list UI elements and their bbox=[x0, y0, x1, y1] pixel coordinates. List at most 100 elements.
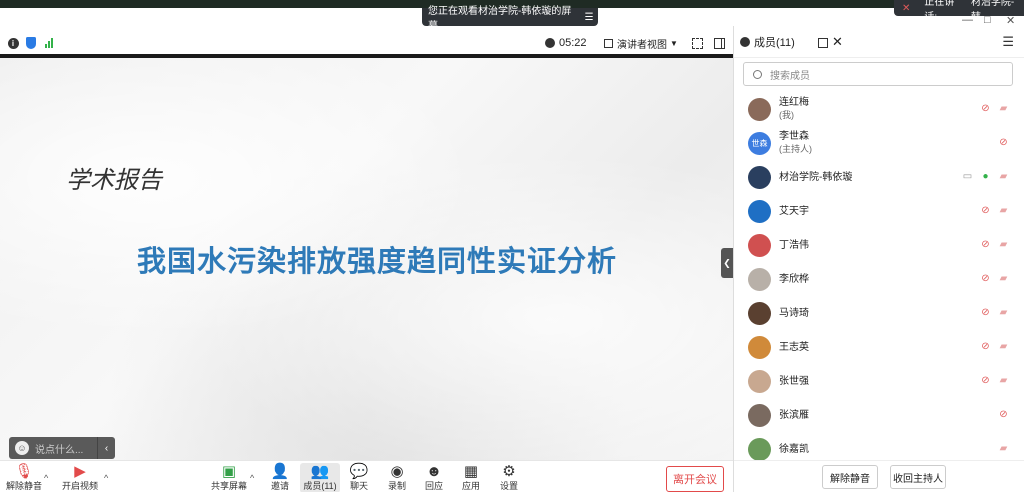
video-off-icon[interactable]: ▰ bbox=[998, 205, 1009, 217]
fullscreen-icon[interactable] bbox=[692, 37, 703, 49]
speaking-name: 材治学院-韩 bbox=[970, 0, 1015, 23]
participant-role: (我) bbox=[779, 110, 794, 120]
network-signal-icon[interactable] bbox=[43, 37, 55, 49]
invite-icon: 👤 bbox=[270, 463, 290, 480]
mic-muted-icon: ✕ bbox=[902, 2, 911, 14]
bottom-toolbar: 🎙 解除静音 ^ ▶ 开启视频 ^ ▣ 共享屏幕 ^ 👤 邀请 👥 成员(11)… bbox=[0, 460, 733, 492]
avatar bbox=[748, 437, 771, 461]
close-icon[interactable]: ✕ bbox=[832, 34, 843, 50]
share-screen-label: 共享屏幕 bbox=[210, 481, 247, 491]
mic-off-icon[interactable]: ⊘ bbox=[980, 307, 991, 319]
participant-row[interactable]: 马诗琦 ⊘ ▰ bbox=[734, 296, 1024, 330]
unmute-button[interactable]: 🎙 解除静音 bbox=[4, 463, 44, 492]
collapse-panel-button[interactable]: ❮ bbox=[721, 248, 733, 278]
apps-icon: ▦ bbox=[463, 463, 479, 480]
presenter-view-dropdown[interactable]: 演讲者视图 ▼ bbox=[604, 36, 678, 51]
mic-off-icon[interactable]: ⊘ bbox=[980, 205, 991, 217]
participant-row[interactable]: 材治学院-韩依璇 ▭ ● ▰ bbox=[734, 160, 1024, 194]
viewing-banner[interactable]: 您正在观看材治学院-韩依璇的屏幕 ☰ bbox=[422, 6, 598, 32]
chat-icon: 💬 bbox=[349, 463, 369, 480]
mic-off-icon[interactable]: ⊘ bbox=[998, 137, 1009, 149]
chat-label: 聊天 bbox=[349, 481, 368, 491]
video-off-icon[interactable]: ▰ bbox=[998, 103, 1009, 115]
clock-icon bbox=[545, 38, 555, 48]
apps-label: 应用 bbox=[461, 481, 480, 491]
video-off-icon[interactable]: ▰ bbox=[998, 307, 1009, 319]
video-off-icon: ▶ bbox=[74, 463, 86, 480]
maximize-icon[interactable]: □ bbox=[984, 14, 991, 26]
speaking-label: 正在讲话: bbox=[924, 0, 955, 23]
video-off-icon[interactable]: ▰ bbox=[998, 273, 1009, 285]
sidebar-toggle-icon[interactable] bbox=[714, 37, 725, 49]
chevron-down-icon: ▼ bbox=[670, 38, 678, 48]
invite-button[interactable]: 👤 邀请 bbox=[260, 463, 300, 492]
quick-chat-input[interactable]: ☺ 说点什么... ‹ bbox=[9, 437, 115, 459]
participant-name: 丁浩伟 bbox=[779, 239, 809, 251]
chevron-left-icon[interactable]: ‹ bbox=[97, 437, 115, 459]
slide-subtitle: 学术报告 bbox=[66, 166, 162, 194]
record-label: 录制 bbox=[387, 481, 406, 491]
members-button[interactable]: 👥 成员(11) bbox=[300, 463, 340, 492]
menu-icon[interactable]: ☰ bbox=[580, 12, 598, 23]
emoji-icon[interactable]: ☺ bbox=[15, 441, 29, 455]
mic-off-icon[interactable]: ⊘ bbox=[980, 273, 991, 285]
settings-button[interactable]: ⚙ 设置 bbox=[489, 463, 529, 492]
avatar bbox=[748, 335, 771, 359]
panel-title: 成员(11) bbox=[754, 36, 795, 49]
mic-off-icon[interactable]: ⊘ bbox=[998, 409, 1009, 421]
participant-row[interactable]: 张世强 ⊘ ▰ bbox=[734, 364, 1024, 398]
video-off-icon[interactable]: ▰ bbox=[998, 239, 1009, 251]
participant-role: (主持人) bbox=[779, 144, 812, 154]
share-screen-button[interactable]: ▣ 共享屏幕 bbox=[209, 463, 249, 492]
mic-off-icon[interactable]: ⊘ bbox=[980, 341, 991, 353]
start-video-label: 开启视频 bbox=[61, 481, 98, 491]
participant-row[interactable]: 张滨雁 ⊘ bbox=[734, 398, 1024, 432]
chat-button[interactable]: 💬 聊天 bbox=[339, 463, 379, 492]
mic-off-icon[interactable]: ⊘ bbox=[980, 375, 991, 387]
members-icon bbox=[740, 36, 750, 47]
avatar bbox=[748, 233, 771, 257]
participant-row[interactable]: 世森 李世森 (主持人) ⊘ bbox=[734, 126, 1024, 160]
mute-all-button[interactable]: 解除静音 bbox=[822, 465, 878, 489]
presenter-view-label: 演讲者视图 bbox=[617, 39, 667, 51]
video-off-icon[interactable]: ▰ bbox=[998, 443, 1009, 455]
participant-row[interactable]: 丁浩伟 ⊘ ▰ bbox=[734, 228, 1024, 262]
members-icon: 👥 bbox=[310, 463, 330, 480]
leave-meeting-button[interactable]: 离开会议 bbox=[666, 466, 724, 492]
react-button[interactable]: ☻ 回应 bbox=[414, 463, 454, 492]
participant-row[interactable]: 艾天宇 ⊘ ▰ bbox=[734, 194, 1024, 228]
video-off-icon[interactable]: ▰ bbox=[998, 341, 1009, 353]
reclaim-host-button[interactable]: 收回主持人 bbox=[890, 465, 946, 489]
participant-row[interactable]: 李欣桦 ⊘ ▰ bbox=[734, 262, 1024, 296]
search-members-input[interactable]: 搜索成员 bbox=[743, 62, 1013, 86]
avatar bbox=[748, 369, 771, 393]
record-button[interactable]: ◉ 录制 bbox=[377, 463, 417, 492]
avatar bbox=[748, 199, 771, 223]
chevron-up-icon[interactable]: ^ bbox=[250, 473, 254, 483]
avatar bbox=[748, 301, 771, 325]
participant-row[interactable]: 连红梅 (我) ⊘ ▰ bbox=[734, 92, 1024, 126]
participant-row[interactable]: 王志英 ⊘ ▰ bbox=[734, 330, 1024, 364]
react-icon: ☻ bbox=[426, 463, 442, 480]
minimize-icon[interactable]: — bbox=[962, 14, 973, 26]
mic-on-icon[interactable]: ● bbox=[980, 171, 991, 183]
apps-button[interactable]: ▦ 应用 bbox=[451, 463, 491, 492]
video-off-icon[interactable]: ▰ bbox=[998, 375, 1009, 387]
avatar bbox=[748, 97, 771, 121]
meeting-header: i 05:22 演讲者视图 ▼ bbox=[0, 32, 733, 54]
start-video-button[interactable]: ▶ 开启视频 bbox=[60, 463, 100, 492]
chevron-up-icon[interactable]: ^ bbox=[104, 473, 108, 483]
menu-icon[interactable]: ☰ bbox=[1002, 34, 1014, 50]
security-shield-icon[interactable] bbox=[25, 37, 37, 49]
participant-name: 李欣桦 bbox=[779, 273, 809, 285]
mic-off-icon[interactable]: ⊘ bbox=[980, 103, 991, 115]
video-off-icon[interactable]: ▰ bbox=[998, 171, 1009, 183]
meeting-timer: 05:22 bbox=[545, 37, 587, 49]
participants-panel: 成员(11) ✕ ☰ 搜索成员 连红梅 (我) ⊘ ▰ 世森 李世森 (主持人) ⊘… bbox=[733, 26, 1024, 492]
popout-icon[interactable] bbox=[818, 38, 828, 48]
chevron-left-icon: ❮ bbox=[723, 257, 731, 268]
mic-off-icon[interactable]: ⊘ bbox=[980, 239, 991, 251]
info-icon[interactable]: i bbox=[7, 37, 19, 49]
chevron-up-icon[interactable]: ^ bbox=[44, 473, 48, 483]
search-icon bbox=[753, 69, 762, 79]
